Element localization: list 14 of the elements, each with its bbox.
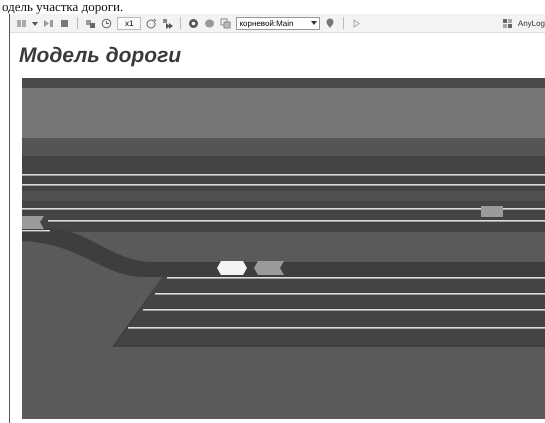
- page-title: Модель дороги: [19, 43, 182, 69]
- caret-icon: [311, 21, 318, 25]
- brand-text: AnyLog: [518, 18, 545, 28]
- stop-icon[interactable]: [59, 18, 70, 28]
- step-icon[interactable]: [43, 18, 54, 28]
- layout-icon[interactable]: [16, 18, 27, 28]
- view-dropdown[interactable]: корневой:Main: [236, 16, 320, 30]
- logo-icon: [502, 18, 513, 28]
- play-icon[interactable]: [351, 18, 362, 28]
- speed-field[interactable]: x1: [117, 16, 142, 30]
- pin-icon[interactable]: [325, 18, 336, 28]
- windows-icon[interactable]: [220, 18, 232, 28]
- fast-forward-icon[interactable]: [162, 18, 174, 28]
- caption-text: одель участка дороги.: [2, 0, 124, 14]
